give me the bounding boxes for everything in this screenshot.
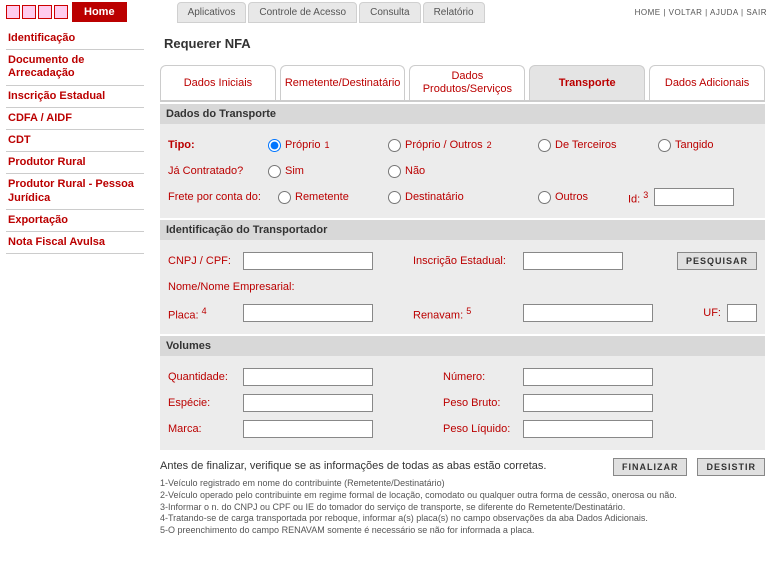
topbar: Home Aplicativos Controle de Acesso Cons… bbox=[0, 0, 775, 24]
sidebar-item-exportacao[interactable]: Exportação bbox=[6, 210, 144, 232]
especie-input[interactable] bbox=[243, 394, 373, 412]
radio-terceiros[interactable]: De Terceiros bbox=[538, 139, 658, 152]
nav-relatorio[interactable]: Relatório bbox=[423, 2, 485, 23]
footnote-1: 1-Veículo registrado em nome do contribu… bbox=[160, 478, 765, 490]
frete-label: Frete por conta do: bbox=[168, 191, 278, 203]
sidebar-item-inscricao[interactable]: Inscrição Estadual bbox=[6, 86, 144, 108]
peso-bruto-input[interactable] bbox=[523, 394, 653, 412]
logo bbox=[6, 5, 68, 19]
section-transportador: Identificação do Transportador bbox=[160, 220, 765, 240]
cnpj-label: CNPJ / CPF: bbox=[168, 255, 243, 267]
renavam-label: Renavam: 5 bbox=[413, 306, 493, 322]
nav-controle-acesso[interactable]: Controle de Acesso bbox=[248, 2, 357, 23]
main: Requerer NFA Dados Iniciais Remetente/De… bbox=[150, 24, 775, 547]
radio-outros-input[interactable] bbox=[538, 191, 551, 204]
nav-aplicativos[interactable]: Aplicativos bbox=[177, 2, 247, 23]
sidebar-item-documento[interactable]: Documento de Arrecadação bbox=[6, 50, 144, 85]
footnote-5: 5-O preenchimento do campo RENAVAM somen… bbox=[160, 525, 765, 537]
tab-adicionais[interactable]: Dados Adicionais bbox=[649, 65, 765, 100]
tipo-label: Tipo: bbox=[168, 139, 268, 151]
numero-label: Número: bbox=[443, 371, 523, 383]
radio-sim-input[interactable] bbox=[268, 165, 281, 178]
sidebar-item-produtor[interactable]: Produtor Rural bbox=[6, 152, 144, 174]
radio-destinatario[interactable]: Destinatário bbox=[388, 191, 538, 204]
home-button[interactable]: Home bbox=[72, 2, 127, 22]
sidebar-item-cdt[interactable]: CDT bbox=[6, 130, 144, 152]
id-label: Id: 3 bbox=[628, 190, 648, 206]
marca-input[interactable] bbox=[243, 420, 373, 438]
peso-bruto-label: Peso Bruto: bbox=[443, 397, 523, 409]
tab-produtos[interactable]: Dados Produtos/Serviços bbox=[409, 65, 525, 100]
section-volumes: Volumes bbox=[160, 336, 765, 356]
uf-input[interactable] bbox=[727, 304, 757, 322]
radio-proprio[interactable]: Próprio1 bbox=[268, 139, 388, 152]
sidebar-item-identificacao[interactable]: Identificação bbox=[6, 28, 144, 50]
ie-label: Inscrição Estadual: bbox=[413, 255, 523, 267]
placa-label: Placa: 4 bbox=[168, 306, 223, 322]
cnpj-input[interactable] bbox=[243, 252, 373, 270]
footnote-4: 4-Tratando-se de carga transportada por … bbox=[160, 513, 765, 525]
radio-destinatario-input[interactable] bbox=[388, 191, 401, 204]
radio-proprio-input[interactable] bbox=[268, 139, 281, 152]
pesquisar-button[interactable]: PESQUISAR bbox=[677, 252, 757, 270]
radio-remetente-input[interactable] bbox=[278, 191, 291, 204]
tab-transporte[interactable]: Transporte bbox=[529, 65, 645, 100]
sidebar-item-nfa[interactable]: Nota Fiscal Avulsa bbox=[6, 232, 144, 254]
placa-input[interactable] bbox=[243, 304, 373, 322]
radio-sim[interactable]: Sim bbox=[268, 165, 388, 178]
peso-liquido-label: Peso Líquido: bbox=[443, 423, 523, 435]
quantidade-label: Quantidade: bbox=[168, 371, 243, 383]
radio-nao[interactable]: Não bbox=[388, 165, 425, 178]
uf-label: UF: bbox=[703, 307, 721, 319]
top-nav: Aplicativos Controle de Acesso Consulta … bbox=[177, 2, 485, 23]
top-right-links[interactable]: HOME | VOLTAR | AJUDA | SAIR bbox=[635, 8, 767, 17]
sidebar: Identificação Documento de Arrecadação I… bbox=[0, 24, 150, 547]
tab-dados-iniciais[interactable]: Dados Iniciais bbox=[160, 65, 276, 100]
sidebar-item-produtor-pj[interactable]: Produtor Rural - Pessoa Jurídica bbox=[6, 174, 144, 209]
tabs: Dados Iniciais Remetente/Destinatário Da… bbox=[160, 65, 765, 102]
footnote-3: 3-Informar o n. do CNPJ ou CPF ou IE do … bbox=[160, 502, 765, 514]
section-dados-transporte: Dados do Transporte bbox=[160, 104, 765, 124]
footnotes: 1-Veículo registrado em nome do contribu… bbox=[160, 478, 765, 536]
nome-label: Nome/Nome Empresarial: bbox=[168, 281, 295, 293]
renavam-input[interactable] bbox=[523, 304, 653, 322]
page-title: Requerer NFA bbox=[164, 36, 765, 51]
contratado-label: Já Contratado? bbox=[168, 165, 268, 177]
nav-consulta[interactable]: Consulta bbox=[359, 2, 420, 23]
sidebar-item-cdfa[interactable]: CDFA / AIDF bbox=[6, 108, 144, 130]
radio-tangido[interactable]: Tangido bbox=[658, 139, 714, 152]
finalizar-button[interactable]: FINALIZAR bbox=[613, 458, 688, 476]
tab-remetente[interactable]: Remetente/Destinatário bbox=[280, 65, 406, 100]
numero-input[interactable] bbox=[523, 368, 653, 386]
footer-message: Antes de finalizar, verifique se as info… bbox=[160, 460, 546, 472]
radio-tangido-input[interactable] bbox=[658, 139, 671, 152]
radio-proprio-outros[interactable]: Próprio / Outros2 bbox=[388, 139, 538, 152]
ie-input[interactable] bbox=[523, 252, 623, 270]
radio-proprio-outros-input[interactable] bbox=[388, 139, 401, 152]
radio-terceiros-input[interactable] bbox=[538, 139, 551, 152]
especie-label: Espécie: bbox=[168, 397, 243, 409]
marca-label: Marca: bbox=[168, 423, 243, 435]
radio-remetente[interactable]: Remetente bbox=[278, 191, 388, 204]
radio-outros[interactable]: Outros bbox=[538, 191, 628, 204]
radio-nao-input[interactable] bbox=[388, 165, 401, 178]
quantidade-input[interactable] bbox=[243, 368, 373, 386]
id-input[interactable] bbox=[654, 188, 734, 206]
peso-liquido-input[interactable] bbox=[523, 420, 653, 438]
footnote-2: 2-Veículo operado pelo contribuinte em r… bbox=[160, 490, 765, 502]
desistir-button[interactable]: DESISTIR bbox=[697, 458, 765, 476]
